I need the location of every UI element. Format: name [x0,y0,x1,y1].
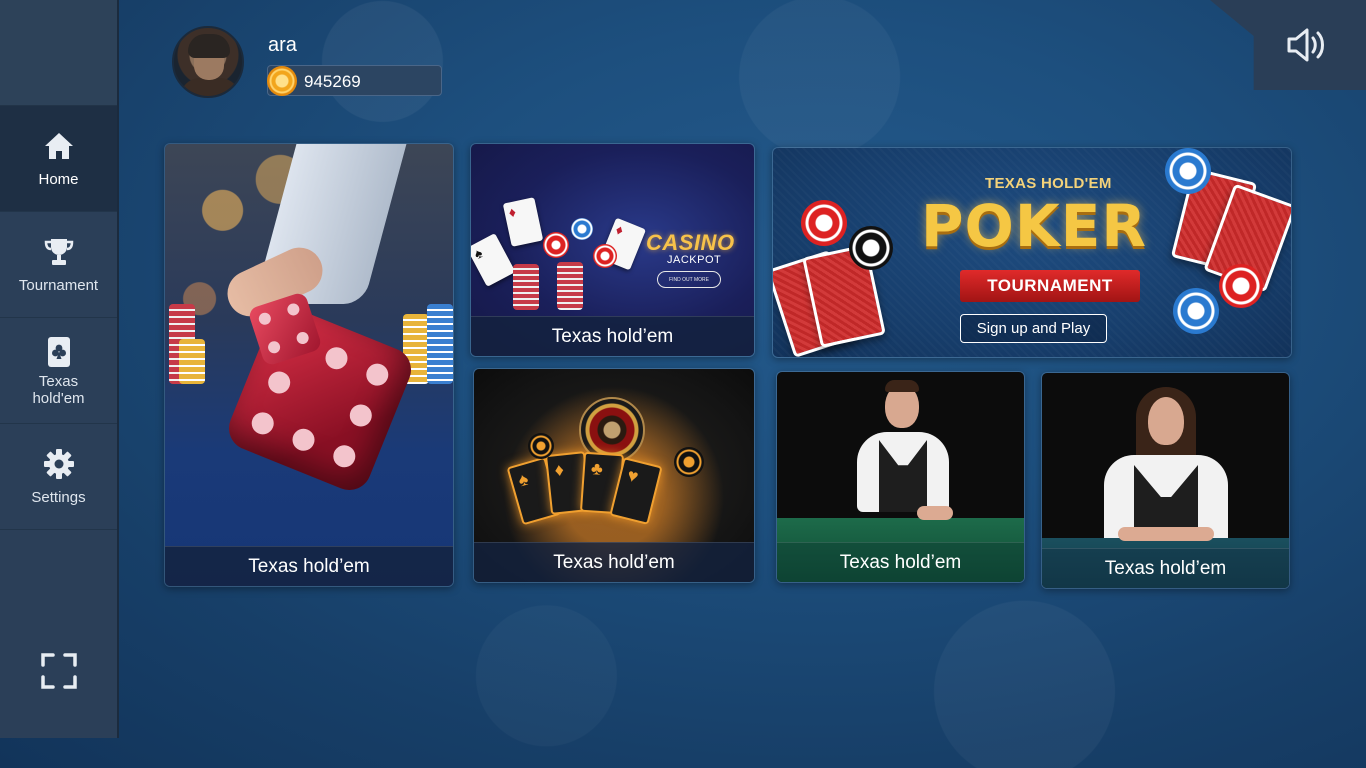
speaker-icon[interactable] [1285,24,1331,66]
poker-chip [571,218,593,240]
sidebar-item-tournament[interactable]: Tournament [0,212,117,318]
playing-card: ♦ [502,197,544,247]
sidebar-item-home[interactable]: Home [0,106,117,212]
game-card-casino-jackpot[interactable]: ♦ ♠ ♦ CASINO JACKPOT FIND OUT MORE Texas… [470,143,755,357]
gear-icon [43,449,74,479]
sidebar-item-settings[interactable]: Settings [0,424,117,530]
sidebar-item-label: Settings [31,489,86,506]
casino-find-more-button[interactable]: FIND OUT MORE [657,271,721,288]
sign-up-and-play-button[interactable]: Sign up and Play [960,314,1107,343]
game-card-dice[interactable]: Texas hold’em [164,143,454,587]
dice-artwork [165,144,453,586]
poker-chip [801,200,847,246]
game-card-female-dealer[interactable]: Texas hold’em [1041,372,1290,589]
avatar-body [180,78,240,96]
poker-chip [1219,264,1263,308]
card-caption: Texas hold’em [777,542,1024,582]
game-card-poker-tournament[interactable]: TEXAS HOLD'EM POKER TOURNAMENT Sign up a… [772,147,1292,358]
card-caption: Texas hold’em [1042,548,1289,588]
poker-chip [674,447,704,477]
red-die-large [222,301,418,497]
dealer-hand [1118,527,1214,541]
dealer-hand [917,506,953,520]
chip-stack [179,339,205,384]
dealer-head [1148,397,1184,445]
sidebar-logo-slot [0,0,117,106]
trophy-icon [44,239,73,265]
sidebar: Home Tournament Texas hold'em Settings [0,0,119,738]
playing-card: ♠ [471,233,516,287]
poker-chip [1165,148,1211,194]
sidebar-item-label: Home [38,171,79,188]
poker-chip [849,226,893,270]
poker-chip [528,433,554,459]
home-icon [44,133,73,159]
sidebar-item-label: Texas hold'em [32,372,85,407]
card-caption: Texas hold’em [471,316,754,356]
username: ara [268,34,297,56]
chip-stack [513,264,539,310]
poker-art-title: POKER [921,192,1148,260]
fullscreen-icon[interactable] [40,652,78,690]
poker-tournament-artwork: TEXAS HOLD'EM POKER TOURNAMENT Sign up a… [773,148,1291,357]
coin-icon [267,66,297,96]
dealer-hair [885,380,919,392]
chip-stack [557,262,583,310]
casino-art-subtitle: JACKPOT [667,254,722,266]
card-caption: Texas hold’em [474,542,754,582]
sidebar-item-label: Tournament [18,277,99,294]
coin-value: 945269 [304,72,361,91]
poker-art-top-text: TEXAS HOLD'EM [985,175,1112,192]
card-club-icon [47,336,70,367]
chip-stack [427,304,453,384]
game-card-aces[interactable]: ♠ ♦ ♣ ♥ Texas hold’em [473,368,755,583]
poker-chip [1173,288,1219,334]
poker-chip [543,232,569,258]
sidebar-item-texas-holdem[interactable]: Texas hold'em [0,318,117,424]
avatar-hair [188,34,230,58]
poker-chip [593,244,617,268]
poker-art-ribbon: TOURNAMENT [960,270,1140,302]
avatar[interactable] [172,26,244,98]
casino-art-title: CASINO [646,230,735,255]
coin-balance: 945269 [267,65,442,96]
game-card-male-dealer[interactable]: Texas hold’em [776,371,1025,583]
card-caption: Texas hold’em [165,546,453,586]
